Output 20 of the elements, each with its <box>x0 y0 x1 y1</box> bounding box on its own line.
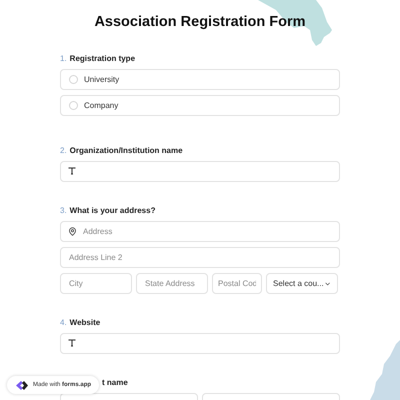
form-title: Association Registration Form <box>93 14 307 30</box>
address-line-field[interactable]: Address Line 2 <box>60 247 340 268</box>
question-label: 4. Website <box>60 318 100 327</box>
country-select[interactable]: Select a cou... <box>266 273 338 294</box>
question-label: 3. What is your address? <box>60 206 156 215</box>
question-label: 2. Organization/Institution name <box>60 146 183 155</box>
brush-stroke-drawing <box>368 340 400 400</box>
location-pin-icon <box>68 227 77 236</box>
address-field[interactable]: Address <box>60 221 340 242</box>
text-field[interactable] <box>60 333 340 354</box>
logo-icon <box>15 380 28 390</box>
radio-option[interactable]: University <box>60 69 340 90</box>
question-label: t name <box>102 378 128 387</box>
radio-option[interactable]: Company <box>60 95 340 116</box>
city-field[interactable]: City <box>60 273 132 294</box>
text-icon <box>68 167 76 175</box>
text-icon <box>68 339 76 347</box>
question-label: 1. Registration type <box>60 54 136 63</box>
state-field[interactable]: State Address <box>136 273 208 294</box>
text-field[interactable] <box>60 161 340 182</box>
